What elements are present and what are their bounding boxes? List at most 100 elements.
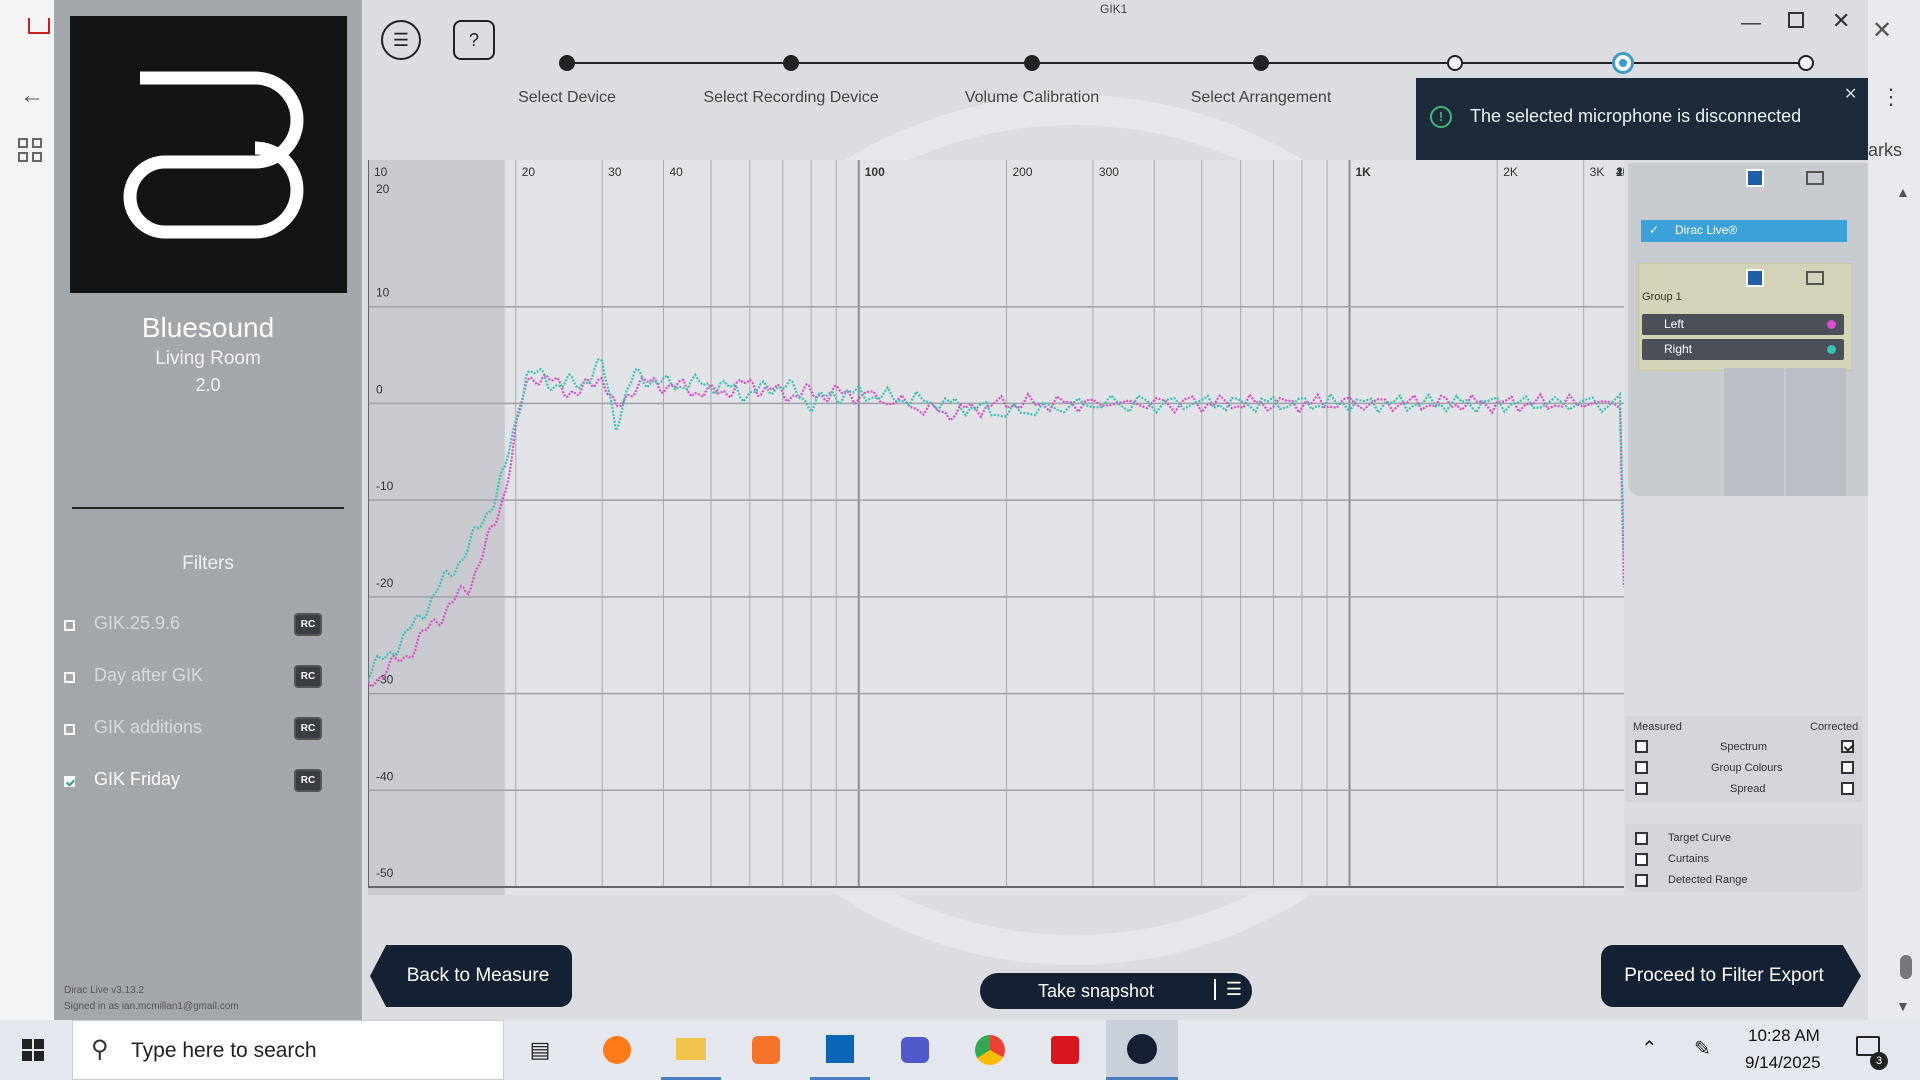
- filter-badge: RC: [294, 717, 322, 740]
- step-dot[interactable]: [559, 55, 575, 71]
- filter-label: Day after GIK: [94, 665, 204, 685]
- pen-icon[interactable]: ✎: [1694, 1036, 1711, 1061]
- scroll-up-icon[interactable]: ▲: [1896, 184, 1910, 200]
- back-button-label: Back to Measure: [406, 965, 550, 986]
- chart-y-tick-label: 20: [376, 182, 390, 196]
- filter-badge: RC: [294, 769, 322, 792]
- proceed-to-filter-export-button[interactable]: Proceed to Filter Export: [1601, 945, 1861, 1007]
- windows-start-icon[interactable]: [22, 1039, 44, 1061]
- apps-grid-icon[interactable]: [18, 138, 42, 162]
- notifications-count: 3: [1870, 1052, 1888, 1070]
- group-layer-icon[interactable]: [1806, 271, 1824, 285]
- proceed-button-label: Proceed to Filter Export: [1624, 965, 1824, 986]
- dirac-taskbar-icon[interactable]: [1106, 1020, 1178, 1080]
- filter-label: GIK.25.9.6: [94, 613, 181, 633]
- detected-range-label: Detected Range: [1668, 874, 1748, 886]
- browser-menu-icon[interactable]: ⋮: [1880, 84, 1902, 110]
- firefox-icon[interactable]: [587, 1020, 647, 1080]
- chrome-icon[interactable]: [960, 1020, 1020, 1080]
- sidebar-divider: [72, 507, 344, 509]
- step-dot[interactable]: [1798, 55, 1814, 71]
- group-label: Group 1: [1642, 291, 1682, 303]
- step-dot[interactable]: [1253, 55, 1269, 71]
- device-brand: Bluesound: [141, 312, 275, 343]
- outlook-icon[interactable]: [810, 1020, 870, 1080]
- search-icon: ⚲: [91, 1036, 109, 1063]
- help-button[interactable]: ?: [453, 20, 495, 60]
- acrobat-icon[interactable]: [1035, 1020, 1095, 1080]
- step-dot[interactable]: [1024, 55, 1040, 71]
- filter-item[interactable]: GIK additions RC: [64, 715, 326, 743]
- spectrum-corrected-checkbox[interactable]: [1841, 740, 1854, 753]
- filter-checkbox[interactable]: [64, 776, 75, 787]
- filter-checkbox[interactable]: [64, 672, 75, 683]
- browser-bookmarks-text: arks: [1868, 140, 1903, 160]
- group-colours-corrected-checkbox[interactable]: [1841, 761, 1854, 774]
- target-curve-checkbox[interactable]: [1635, 832, 1648, 845]
- snapshot-list-icon[interactable]: ☰: [1213, 979, 1242, 1000]
- channel-left[interactable]: Left: [1642, 314, 1844, 335]
- chart-x-tick-label: 3K: [1590, 165, 1605, 179]
- clock-date[interactable]: 9/14/2025: [1745, 1053, 1821, 1073]
- channel-color-dot: [1827, 320, 1836, 329]
- filter-checkbox[interactable]: [64, 724, 75, 735]
- file-explorer-icon[interactable]: [661, 1020, 721, 1080]
- step-label: Select Arrangement: [1190, 89, 1332, 106]
- frequency-response-chart: 20100-10-20-30-40-5010 20 30 40 100 200 300 1K 2…: [368, 160, 1624, 895]
- curtains-checkbox[interactable]: [1635, 853, 1648, 866]
- taskbar-search-box[interactable]: ⚲ Type here to search: [72, 1020, 504, 1080]
- minimize-icon[interactable]: —: [1741, 12, 1761, 35]
- spectrum-label: Spectrum: [1720, 741, 1768, 753]
- chart-x-tick-label: 100: [865, 165, 885, 179]
- group-view-icon[interactable]: [1746, 269, 1764, 287]
- spread-corrected-checkbox[interactable]: [1841, 782, 1854, 795]
- teams-icon[interactable]: [885, 1020, 945, 1080]
- back-to-measure-button[interactable]: Back to Measure: [370, 945, 572, 1007]
- window-title: GIK1: [1100, 2, 1128, 16]
- back-arrow-icon[interactable]: ←: [20, 82, 44, 110]
- hamburger-icon: ☰: [392, 29, 410, 50]
- tray-chevron-icon[interactable]: ⌃: [1641, 1036, 1658, 1061]
- bluesound-logo-mark: [123, 71, 304, 239]
- question-icon: ?: [468, 29, 479, 50]
- filter-item[interactable]: GIK Friday RC: [64, 767, 326, 795]
- group-colours-measured-checkbox[interactable]: [1635, 761, 1648, 774]
- scroll-thumb[interactable]: [1900, 955, 1912, 979]
- gmail-icon[interactable]: [28, 18, 50, 34]
- toast-close-icon[interactable]: ✕: [1844, 84, 1857, 104]
- spread-label: Spread: [1730, 783, 1766, 795]
- view-icon[interactable]: [1746, 169, 1764, 187]
- browser-sidebar: ←: [0, 0, 55, 1020]
- chart-y-tick-label: 10: [376, 286, 390, 300]
- chart-x-tick-label: 200: [1012, 165, 1032, 179]
- group-colours-label: Group Colours: [1711, 762, 1783, 774]
- chart-lowband: [368, 160, 505, 895]
- layer-icon[interactable]: [1806, 171, 1824, 185]
- step-dot-current[interactable]: [1612, 52, 1634, 74]
- filter-item[interactable]: Day after GIK RC: [64, 663, 326, 691]
- filters-title: Filters: [182, 553, 234, 574]
- step-dot[interactable]: [1447, 55, 1463, 71]
- close-icon[interactable]: ✕: [1832, 8, 1850, 34]
- step-dot[interactable]: [783, 55, 799, 71]
- overlay-options-panel: Target Curve Curtains Detected Range: [1626, 824, 1862, 892]
- filter-item[interactable]: GIK.25.9.6 RC: [64, 611, 326, 639]
- browser-close-icon[interactable]: ✕: [1872, 16, 1892, 45]
- device-room: Living Room: [155, 348, 261, 369]
- chart-y-tick-label: -20: [376, 576, 394, 590]
- scroll-down-icon[interactable]: ▼: [1896, 998, 1910, 1014]
- menu-button[interactable]: ☰: [381, 20, 421, 60]
- dirac-live-item[interactable]: ✓ Dirac Live®: [1641, 220, 1847, 242]
- filter-checkbox[interactable]: [64, 620, 75, 631]
- chart-x-tick-label: 2: [1616, 165, 1623, 179]
- task-view-icon[interactable]: ▤: [510, 1020, 570, 1080]
- clock-time[interactable]: 10:28 AM: [1748, 1026, 1820, 1046]
- sublime-icon[interactable]: [736, 1020, 796, 1080]
- channel-right[interactable]: Right: [1642, 339, 1844, 360]
- take-snapshot-button[interactable]: Take snapshot ☰: [980, 973, 1252, 1009]
- target-curve-label: Target Curve: [1668, 832, 1731, 844]
- spectrum-measured-checkbox[interactable]: [1635, 740, 1648, 753]
- restore-icon[interactable]: [1788, 12, 1804, 28]
- spread-measured-checkbox[interactable]: [1635, 782, 1648, 795]
- detected-range-checkbox[interactable]: [1635, 874, 1648, 887]
